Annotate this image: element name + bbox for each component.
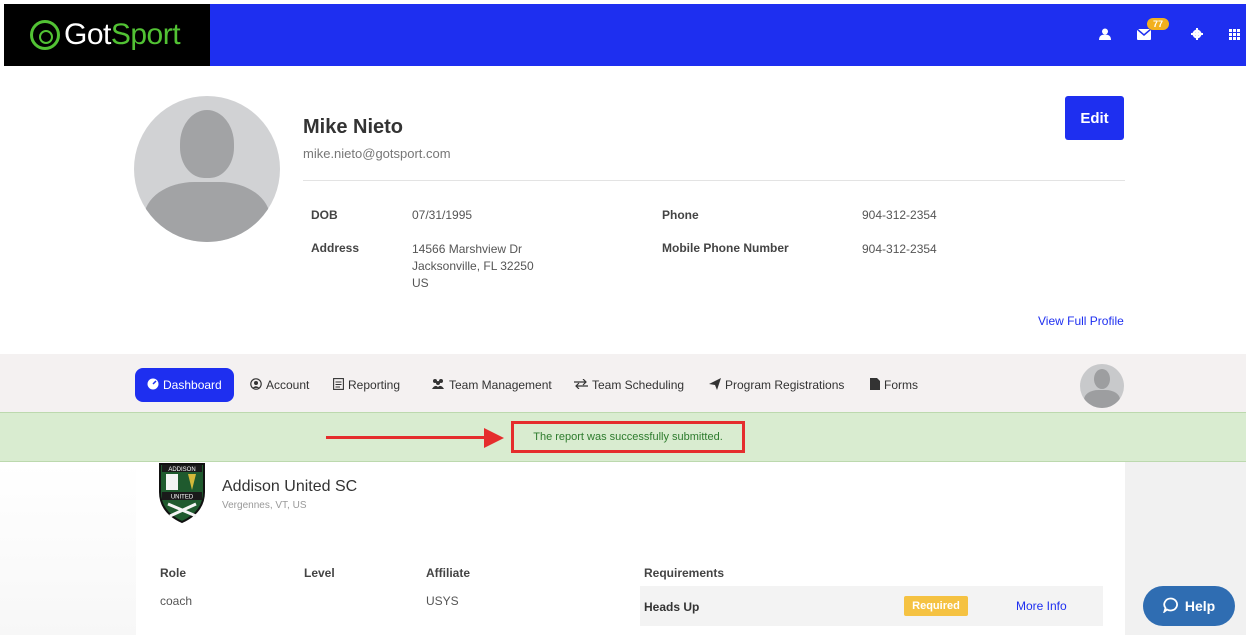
crest-top-text: ADDISON <box>168 467 195 473</box>
tab-forms-label: Forms <box>884 378 918 392</box>
requirements-header: Requirements <box>644 566 725 580</box>
user-icon[interactable] <box>1099 28 1111 43</box>
profile-email: mike.nieto@gotsport.com <box>303 146 451 161</box>
main-nav: Dashboard Account Reporting Team Managem… <box>0 354 1246 412</box>
dashboard-icon <box>147 378 159 393</box>
success-message-text: The report was successfully submitted. <box>533 431 723 443</box>
required-badge: Required <box>904 596 968 616</box>
tab-program-registrations-label: Program Registrations <box>725 378 845 392</box>
cell-affiliate: USYS <box>426 594 459 608</box>
reporting-icon <box>333 377 344 393</box>
account-icon <box>250 377 262 393</box>
more-info-link[interactable]: More Info <box>1016 599 1067 613</box>
nav-avatar[interactable] <box>1080 364 1124 408</box>
column-header-level: Level <box>304 566 335 580</box>
address-line3: US <box>412 276 429 290</box>
tab-team-scheduling[interactable]: Team Scheduling <box>574 368 684 402</box>
forms-icon <box>870 377 880 393</box>
crest-mid-text: UNITED <box>171 495 194 501</box>
address-line2: Jacksonville, FL 32250 <box>412 259 534 273</box>
profile-name: Mike Nieto <box>303 116 404 138</box>
tab-dashboard[interactable]: Dashboard <box>135 368 234 402</box>
mail-count-badge: 77 <box>1147 17 1170 30</box>
annotation-arrow-line <box>326 436 486 439</box>
mobile-label: Mobile Phone Number <box>662 241 789 255</box>
tab-reporting-label: Reporting <box>348 378 401 392</box>
address-line1: 14566 Marshview Dr <box>412 242 523 256</box>
team-management-icon <box>431 378 445 393</box>
dob-label: DOB <box>311 208 338 222</box>
club-name[interactable]: Addison United SC <box>222 478 357 496</box>
tab-forms[interactable]: Forms <box>870 368 918 402</box>
phone-label: Phone <box>662 208 699 222</box>
logo-text-sport: Sport <box>110 18 181 51</box>
tab-team-management-label: Team Management <box>449 378 552 392</box>
mail-icon[interactable]: 77 <box>1136 17 1170 43</box>
dob-value: 07/31/1995 <box>412 208 473 222</box>
program-registrations-icon <box>709 377 721 393</box>
tab-account-label: Account <box>266 378 310 392</box>
gotsport-logo-icon <box>30 20 60 50</box>
column-header-affiliate: Affiliate <box>426 566 471 580</box>
edit-button[interactable]: Edit <box>1065 96 1124 140</box>
address-label: Address <box>311 241 360 255</box>
tab-reporting[interactable]: Reporting <box>333 368 400 402</box>
phone-value: 904-312-2354 <box>862 208 937 222</box>
tab-team-scheduling-label: Team Scheduling <box>592 378 685 392</box>
tab-program-registrations[interactable]: Program Registrations <box>709 368 844 402</box>
view-full-profile-link[interactable]: View Full Profile <box>1038 314 1124 328</box>
logo-text-got: Got <box>64 18 111 51</box>
gear-icon[interactable] <box>1191 27 1203 43</box>
success-message: The report was successfully submitted. <box>511 421 745 453</box>
profile-avatar <box>134 96 280 242</box>
team-scheduling-icon <box>574 378 588 392</box>
top-icons: 77 <box>1077 4 1246 66</box>
chat-bubble-icon <box>1162 597 1179 616</box>
help-label: Help <box>1184 598 1216 614</box>
annotation-arrow-icon <box>484 428 504 448</box>
club-crest-icon: ADDISON UNITED <box>159 463 205 524</box>
page-background-left <box>0 462 136 635</box>
profile-divider <box>303 180 1125 181</box>
requirement-title: Heads Up <box>644 600 700 614</box>
top-bar: GotSport 77 <box>4 4 1246 66</box>
apps-grid-icon[interactable] <box>1229 28 1240 43</box>
column-header-role: Role <box>160 566 187 580</box>
tab-dashboard-label: Dashboard <box>163 378 222 392</box>
address-value: 14566 Marshview Dr Jacksonville, FL 3225… <box>412 241 534 292</box>
tab-team-management[interactable]: Team Management <box>431 368 552 402</box>
cell-role: coach <box>160 594 193 608</box>
tab-account[interactable]: Account <box>250 368 309 402</box>
mobile-value: 904-312-2354 <box>862 242 937 256</box>
help-button[interactable]: Help <box>1143 586 1235 626</box>
club-location: Vergennes, VT, US <box>222 500 307 511</box>
gotsport-logo[interactable]: GotSport <box>4 4 210 66</box>
success-alert: The report was successfully submitted. <box>0 412 1246 462</box>
requirement-row: Heads Up Required More Info <box>640 586 1103 626</box>
